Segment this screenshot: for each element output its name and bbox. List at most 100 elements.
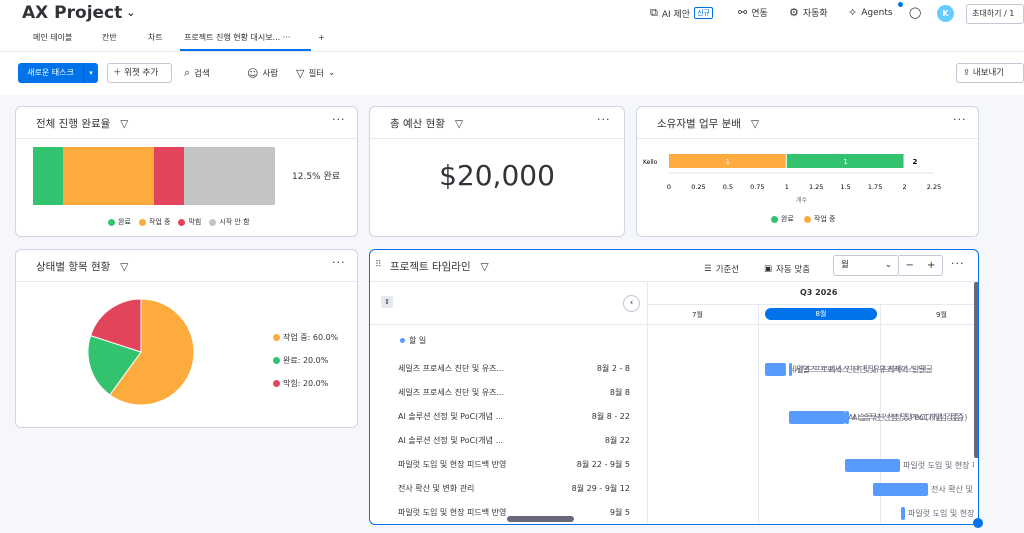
gantt-bar[interactable] — [765, 363, 786, 376]
filter-icon[interactable]: ▽ — [751, 118, 759, 130]
tab-chart[interactable]: 차트 — [148, 31, 163, 51]
person-filter-button[interactable]: ☺ 사람 — [247, 63, 278, 83]
filter-icon[interactable]: ▽ — [455, 118, 463, 130]
status-widget: 상태별 항목 현황 ▽ ··· 작업 중: 60.0% 완료: 20.0% 막힘:… — [15, 249, 358, 428]
tick-label: 1 — [785, 183, 789, 191]
filter-icon[interactable]: ▽ — [481, 261, 489, 273]
tab-divider — [0, 51, 1024, 52]
category-label: Kello — [643, 159, 658, 166]
month-label: 9월 — [936, 311, 947, 319]
gantt-bar[interactable] — [901, 507, 905, 520]
plus-icon: ＋ — [113, 68, 122, 78]
timeline-row[interactable]: 세일즈 프로세스 진단 및 유즈... 8월 8 — [398, 386, 630, 400]
gantt-bar[interactable] — [845, 411, 849, 424]
budget-widget: 총 예산 현황 ▽ ··· $20,000 — [369, 106, 625, 237]
resize-handle[interactable] — [973, 518, 983, 528]
tick-label: 1.5 — [840, 183, 850, 191]
tab-dashboard[interactable]: 프로젝트 진행 현황 대시보... ··· — [180, 31, 311, 51]
filter-icon[interactable]: ▽ — [120, 118, 128, 130]
tab-main-table[interactable]: 메인 테이블 — [33, 31, 72, 51]
timeline-row[interactable]: 전사 확산 및 변화 관리 8월 29 - 9월 12 — [398, 482, 630, 496]
gantt-bar-label: AI 솔루션 선정 및 PoC(개념 검증) — [852, 413, 968, 422]
vertical-scrollbar[interactable] — [974, 282, 978, 458]
ai-suggest-button[interactable]: ⧉ AI 제안 신규 — [650, 6, 713, 20]
tick-label: 2.25 — [927, 183, 941, 191]
collapse-icon[interactable]: ⇕ — [381, 296, 393, 308]
status-pie-chart — [87, 298, 195, 406]
progress-widget: 전체 진행 완료율 ▽ ··· 12.5% 완료 완료 작업 중 막힘 시작 안 … — [15, 106, 358, 237]
more-icon[interactable]: ··· — [953, 113, 967, 126]
timeline-row[interactable]: AI 솔루션 선정 및 PoC(개념 ... 8월 22 — [398, 434, 630, 448]
more-icon[interactable]: ··· — [332, 113, 346, 126]
axis-label: 개수 — [796, 196, 808, 204]
chevron-down-icon[interactable]: ⌄ — [126, 6, 135, 19]
new-task-button[interactable]: 새로운 태스크 ▾ — [18, 63, 98, 83]
chevron-left-icon[interactable]: ‹ — [623, 295, 640, 312]
chat-icon[interactable]: ◯ — [909, 6, 921, 19]
row-dates: 8월 22 — [604, 436, 630, 445]
scale-select[interactable]: 월 ⌄ — [833, 255, 899, 276]
gantt-bar[interactable] — [845, 459, 900, 472]
progress-segment — [63, 147, 154, 205]
export-button[interactable]: ⇪ 내보내기 — [956, 63, 1024, 83]
filter-button[interactable]: ▽ 필터 ⌄ — [296, 63, 335, 83]
board-header: AX Project ⌄ ⧉ AI 제안 신규 ⚯ 연동 ⚙ 자동화 ✧ Agents ◯ … — [0, 0, 1024, 95]
chevron-down-icon[interactable]: ⌄ — [328, 68, 335, 78]
add-tab-button[interactable]: + — [318, 31, 325, 51]
more-icon[interactable]: ··· — [332, 256, 346, 269]
tick-label: 0 — [667, 183, 671, 191]
zoom-out-button[interactable]: − — [906, 256, 914, 275]
budget-value: $20,000 — [439, 159, 555, 192]
agents-button[interactable]: ✧ Agents — [848, 6, 893, 19]
row-dates: 8월 2 - 8 — [596, 364, 630, 373]
baseline-icon: ☰ — [704, 264, 712, 274]
more-icon[interactable]: ··· — [597, 113, 611, 126]
baseline-button[interactable]: ☰ 기준선 — [704, 259, 739, 279]
horizontal-scrollbar[interactable] — [507, 516, 574, 522]
drag-handle-icon[interactable]: ⠿ — [375, 260, 382, 270]
timeline-row[interactable]: AI 솔루션 선정 및 PoC(개념 ... 8월 8 - 22 — [398, 410, 630, 424]
month-label: 8월 — [765, 308, 877, 320]
widget-title: 프로젝트 타임라인 — [390, 261, 471, 273]
invite-button[interactable]: 초대하기 / 1 — [966, 4, 1024, 24]
row-name: 파일럿 도입 및 현장 피드백 반영 — [398, 460, 507, 469]
month-label: 7월 — [692, 311, 703, 319]
notification-dot — [898, 2, 903, 7]
filter-icon[interactable]: ▽ — [120, 261, 128, 273]
gantt-bar-label: 전사 확산 및 변화 관리 — [931, 485, 974, 494]
more-icon[interactable]: ··· — [951, 257, 965, 270]
group-header[interactable]: 할 일 — [400, 335, 426, 346]
bar-value-label: 1 — [843, 158, 847, 166]
timeline-row[interactable]: 파일럿 도입 및 현장 피드백 반영 8월 22 - 9월 5 — [398, 458, 630, 472]
gantt-bar[interactable] — [789, 411, 845, 424]
owner-widget: 소유자별 업무 분배 ▽ ··· 1 1 2 Kello 0 0.25 0.5 0.75 1 1.2… — [636, 106, 979, 237]
zoom-controls: − + — [899, 255, 943, 276]
owner-legend: 완료 작업 중 — [771, 214, 835, 224]
project-title[interactable]: AX Project ⌄ — [22, 3, 135, 23]
timeline-widget: ⠿ 프로젝트 타임라인 ▽ ☰ 기준선 ▣ 자동 맞춤 월 ⌄ − + ··· ⇕ ‹ Q… — [369, 249, 979, 525]
new-badge: 신규 — [694, 7, 713, 19]
timeline-row[interactable]: 세일즈 프로세스 진단 및 유즈... 8월 2 - 8 — [398, 362, 630, 376]
quarter-label: Q3 2026 — [800, 288, 838, 297]
row-name: 세일즈 프로세스 진단 및 유즈... — [398, 388, 505, 397]
search-button[interactable]: ⌕ 검색 — [184, 63, 210, 83]
legend-item: 막힘: 20.0% — [273, 378, 328, 389]
bar-value-label: 1 — [726, 158, 730, 166]
add-widget-button[interactable]: ＋ 위젯 추가 — [107, 63, 172, 83]
gantt-bar-label: 파일럿 도입 및 현장 피드백 반영 — [908, 509, 974, 518]
tab-kanban[interactable]: 칸반 — [102, 31, 117, 51]
chevron-down-icon[interactable]: ▾ — [83, 63, 98, 83]
autofit-button[interactable]: ▣ 자동 맞춤 — [764, 259, 810, 279]
tab-more-icon[interactable]: ··· — [283, 33, 291, 42]
automate-button[interactable]: ⚙ 자동화 — [789, 6, 828, 19]
integrate-button[interactable]: ⚯ 연동 — [738, 6, 768, 19]
gantt-bar[interactable] — [789, 363, 792, 376]
gantt-bar[interactable] — [873, 483, 928, 496]
tick-label: 2 — [902, 183, 906, 191]
zoom-in-button[interactable]: + — [927, 256, 935, 275]
avatar[interactable]: K — [937, 5, 954, 22]
owner-bar-chart: 1 1 2 Kello 0 0.25 0.5 0.75 1 1.25 1.5 1.75 2 2.25 개수 — [643, 154, 941, 204]
row-dates: 8월 22 - 9월 5 — [576, 460, 630, 469]
progress-segment — [184, 147, 275, 205]
tick-label: 0.75 — [750, 183, 764, 191]
